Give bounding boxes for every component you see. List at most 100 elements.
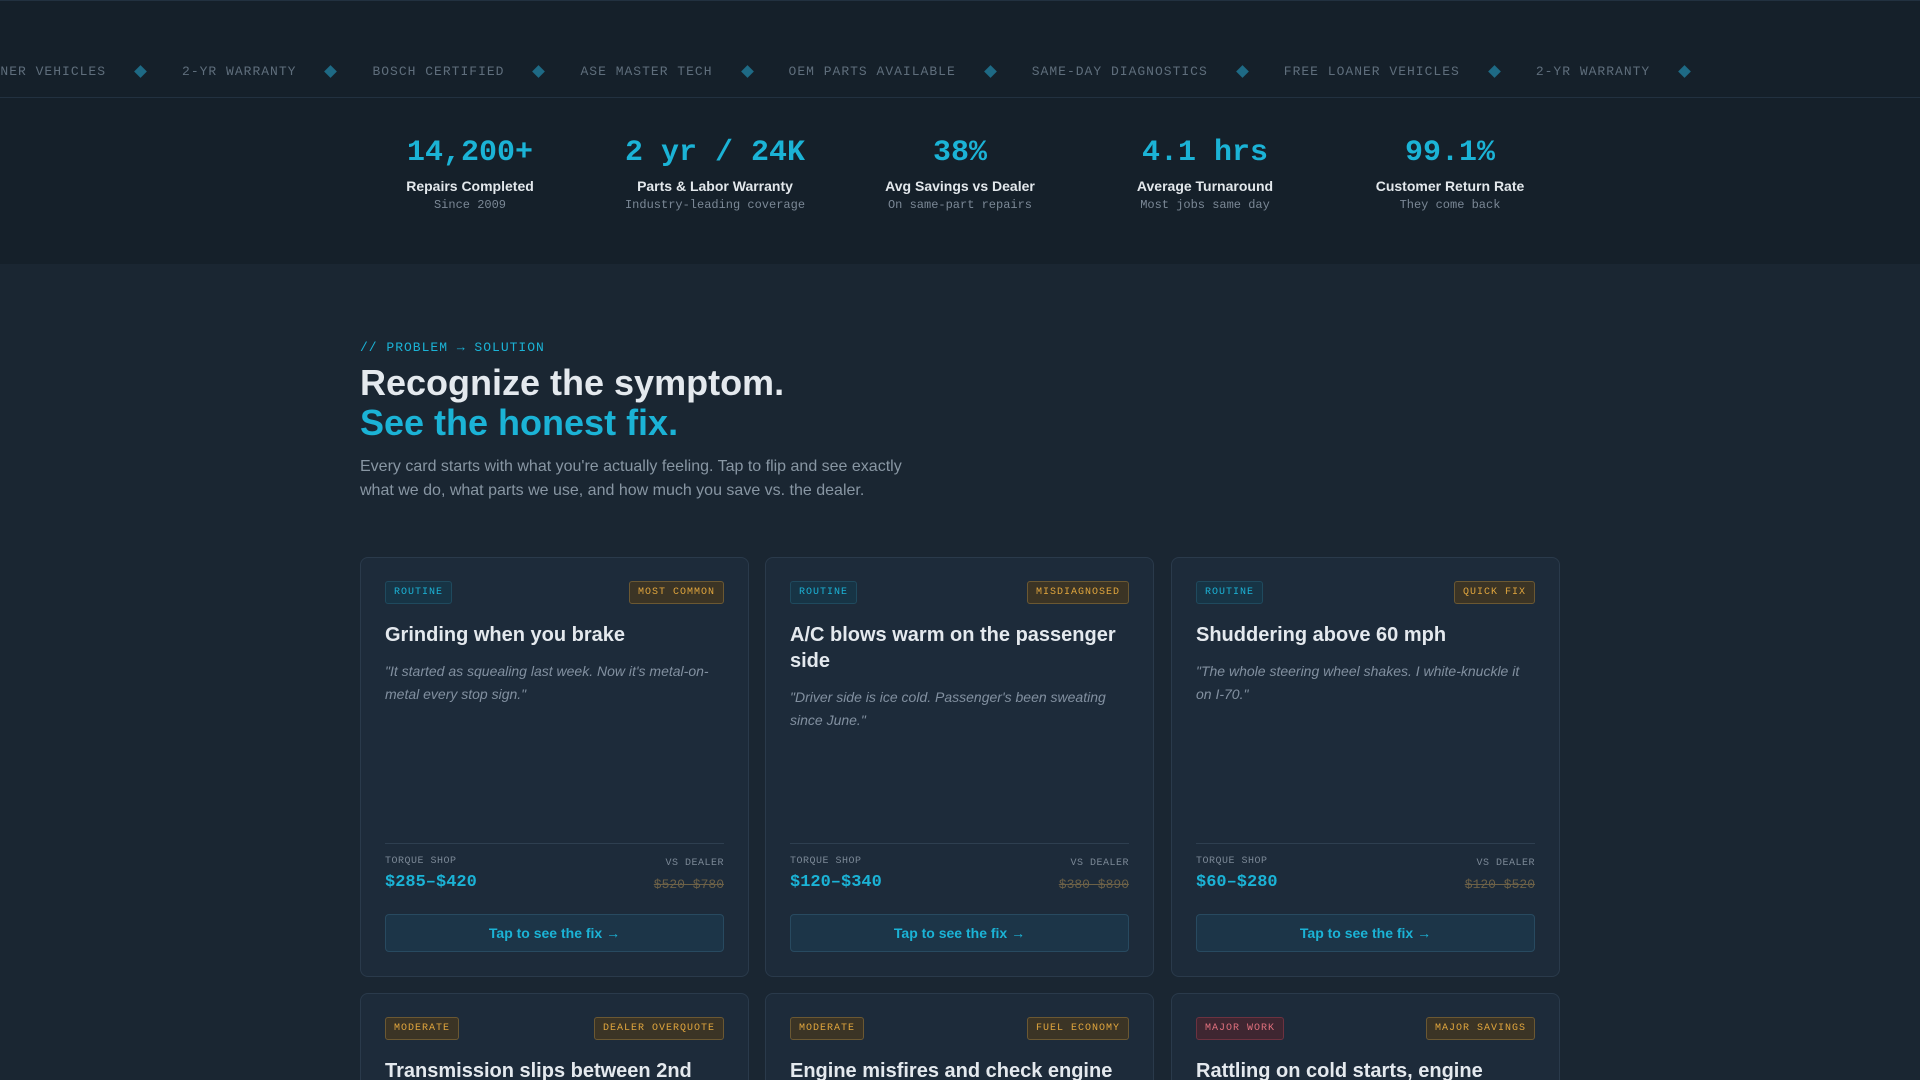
card-title: A/C blows warm on the passenger side [790, 624, 1116, 672]
tag-badge: MOST COMMON [628, 581, 724, 604]
shop-price: $120–$340 [790, 873, 882, 892]
price-row: TORQUE SHOP $60–$280 VS DEALER $120–$520 [1196, 856, 1535, 892]
symptom-card-shudder[interactable]: ROUTINE QUICK FIX Shuddering above 60 mp… [1171, 557, 1560, 977]
headline-accent: See the honest fix. [360, 402, 679, 443]
diamond-icon [740, 65, 754, 78]
price-row: TORQUE SHOP $120–$340 VS DEALER $380–$89… [790, 856, 1129, 892]
stat-label: Customer Return Rate [1375, 178, 1525, 194]
badge-row: MODERATE DEALER OVERQUOTE [385, 1017, 724, 1040]
tag-badge: DEALER OVERQUOTE [593, 1017, 724, 1040]
severity-badge: ROUTINE [1196, 581, 1264, 604]
card-title: Engine misfires and check engine [790, 1060, 1113, 1080]
stat-return-rate: 99.1% Customer Return Rate They come bac… [1330, 136, 1570, 212]
card-quote: "It started as squealing last week. Now … [385, 663, 709, 702]
stat-repairs: 14,200+ Repairs Completed Since 2009 [350, 136, 590, 212]
section-intro: Every card starts with what you're actua… [360, 458, 902, 499]
stat-value: 4.1 hrs [1141, 136, 1269, 170]
symptom-card-rattle[interactable]: MAJOR WORK MAJOR SAVINGS Rattling on col… [1171, 993, 1560, 1080]
diamond-icon [983, 65, 997, 78]
shop-price: $285–$420 [385, 873, 477, 892]
see-fix-button[interactable]: Tap to see the fix → [1196, 914, 1535, 952]
stat-sub: They come back [1399, 198, 1501, 212]
stat-sub: Industry-leading coverage [624, 198, 806, 212]
card-title: Grinding when you brake [385, 624, 626, 646]
ticker-item-label: ASE MASTER TECH [580, 64, 713, 79]
ticker-item: SAME-DAY DIAGNOSTICS [1032, 64, 1284, 79]
card-quote: "The whole steering wheel shakes. I whit… [1196, 663, 1520, 702]
stat-label: Repairs Completed [406, 178, 534, 194]
ticker-item-label: FREE LOANER VEHICLES [1283, 64, 1460, 79]
shop-price-label: TORQUE SHOP [385, 856, 457, 867]
shop-price-label: TORQUE SHOP [790, 856, 862, 867]
see-fix-button[interactable]: Tap to see the fix → [385, 914, 724, 952]
symptom-card-ac[interactable]: ROUTINE MISDIAGNOSED A/C blows warm on t… [765, 557, 1154, 977]
ticker-item: 2-YR WARRANTY [1536, 64, 1726, 79]
stat-label: Parts & Labor Warranty [637, 178, 793, 194]
badge-row: ROUTINE MOST COMMON [385, 581, 724, 604]
stat-label: Avg Savings vs Dealer [885, 178, 1035, 194]
card-title: Transmission slips between 2nd [385, 1060, 692, 1080]
tag-badge: MAJOR SAVINGS [1425, 1017, 1535, 1040]
ticker-item: ASE MASTER TECH [580, 64, 788, 79]
price-comparison: TORQUE SHOP $120–$340 VS DEALER $380–$89… [790, 843, 1129, 892]
stat-sub: Since 2009 [433, 198, 506, 212]
dealer-price-label: VS DEALER [1070, 858, 1129, 869]
symptom-card-brakes[interactable]: ROUTINE MOST COMMON Grinding when you br… [360, 557, 749, 977]
diamond-icon [1487, 65, 1501, 78]
stat-turnaround: 4.1 hrs Average Turnaround Most jobs sam… [1085, 136, 1325, 212]
dealer-price: $520–$780 [653, 877, 724, 892]
severity-badge: MAJOR WORK [1196, 1017, 1285, 1040]
section-eyebrow: // PROBLEM → SOLUTION [360, 340, 545, 355]
symptom-card-misfire[interactable]: MODERATE FUEL ECONOMY Engine misfires an… [765, 993, 1154, 1080]
ticker-item-label: 2-YR WARRANTY [1535, 64, 1651, 79]
stat-warranty: 2 yr / 24K Parts & Labor Warranty Indust… [595, 136, 835, 212]
badge-row: MODERATE FUEL ECONOMY [790, 1017, 1129, 1040]
stat-value: 2 yr / 24K [624, 136, 806, 170]
dealer-price-block: VS DEALER $120–$520 [1465, 858, 1535, 892]
symptom-card-transmission[interactable]: MODERATE DEALER OVERQUOTE Transmission s… [360, 993, 749, 1080]
card-title: Shuddering above 60 mph [1196, 624, 1447, 646]
shop-price-block: TORQUE SHOP $120–$340 [790, 856, 882, 892]
dealer-price-label: VS DEALER [1476, 858, 1535, 869]
diamond-icon [1235, 65, 1249, 78]
card-quote: "Driver side is ice cold. Passenger's be… [790, 689, 1106, 728]
ticker-item: BOSCH CERTIFIED [372, 64, 580, 79]
price-row: TORQUE SHOP $285–$420 VS DEALER $520–$78… [385, 856, 724, 892]
stat-savings: 38% Avg Savings vs Dealer On same-part r… [840, 136, 1080, 212]
card-title: Rattling on cold starts, engine [1196, 1060, 1483, 1080]
section-headline: Recognize the symptom. See the honest fi… [360, 363, 1560, 443]
see-fix-button[interactable]: Tap to see the fix → [790, 914, 1129, 952]
severity-badge: MODERATE [790, 1017, 865, 1040]
ticker-item: OEM PARTS AVAILABLE [789, 64, 1032, 79]
shop-price: $60–$280 [1196, 873, 1278, 892]
ticker-item-label: OEM PARTS AVAILABLE [788, 64, 956, 79]
stat-value: 99.1% [1404, 136, 1495, 170]
dealer-price-block: VS DEALER $380–$890 [1059, 858, 1129, 892]
dealer-price: $120–$520 [1464, 877, 1535, 892]
stat-value: 38% [932, 136, 987, 170]
tag-badge: MISDIAGNOSED [1026, 581, 1129, 604]
severity-badge: MODERATE [385, 1017, 460, 1040]
badge-row: ROUTINE QUICK FIX [1196, 581, 1535, 604]
stat-sub: Most jobs same day [1140, 198, 1270, 212]
severity-badge: ROUTINE [385, 581, 453, 604]
tag-badge: FUEL ECONOMY [1026, 1017, 1129, 1040]
headline-main: Recognize the symptom. [360, 362, 785, 403]
stats-band: 14,200+ Repairs Completed Since 2009 2 y… [0, 98, 1920, 264]
dealer-price: $380–$890 [1058, 877, 1129, 892]
diamond-icon [134, 65, 147, 78]
diamond-icon [1678, 65, 1692, 78]
shop-price-block: TORQUE SHOP $60–$280 [1196, 856, 1278, 892]
stat-label: Average Turnaround [1136, 178, 1274, 194]
stat-value: 14,200+ [406, 136, 534, 170]
ticker-item: FREE LOANER VEHICLES [1284, 64, 1536, 79]
severity-badge: ROUTINE [790, 581, 858, 604]
ticker-item-label: FREE LOANER VEHICLES [0, 64, 107, 79]
diamond-icon [324, 65, 338, 78]
ticker-item-label: SAME-DAY DIAGNOSTICS [1031, 64, 1208, 79]
shop-price-label: TORQUE SHOP [1196, 856, 1268, 867]
dealer-price-label: VS DEALER [665, 858, 724, 869]
ticker-item: 2-YR WARRANTY [182, 64, 372, 79]
ticker-item-label: BOSCH CERTIFIED [372, 64, 505, 79]
shop-price-block: TORQUE SHOP $285–$420 [385, 856, 477, 892]
